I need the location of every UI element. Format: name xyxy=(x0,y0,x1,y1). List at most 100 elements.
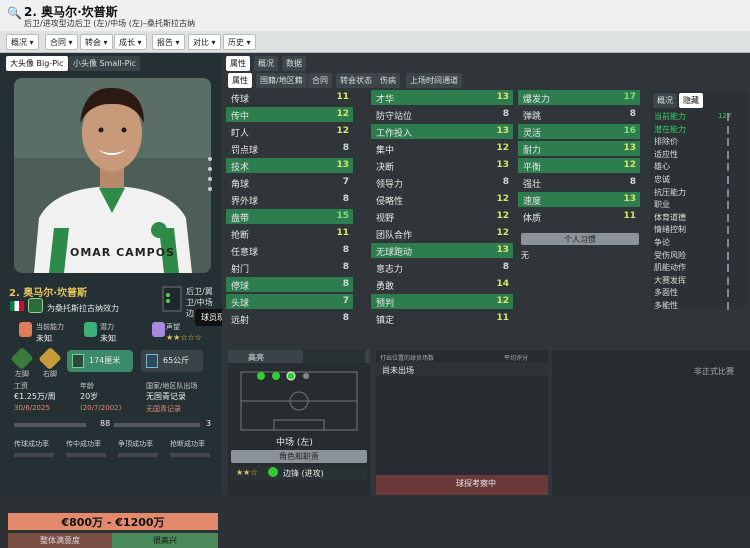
attribute-value: 8 xyxy=(342,194,349,204)
attribute-row[interactable]: 耐力 13 xyxy=(518,141,640,156)
attribute-row[interactable]: 才华 13 xyxy=(371,90,513,105)
tab-overview[interactable]: 概况 xyxy=(254,56,278,71)
title-bar: 🔍 2. 奥马尔·坎普斯 后卫/进攻型边后卫 (左)/中场 (左)–桑托斯拉古纳 xyxy=(0,0,750,31)
attribute-row[interactable]: 盯人 12 xyxy=(226,124,353,139)
attribute-value: 8 xyxy=(502,262,509,272)
stat-label-3: 争顶成功率 xyxy=(118,440,153,448)
weight-icon xyxy=(146,354,158,368)
subtab-nationality[interactable]: 国籍/地区籍 xyxy=(256,73,307,88)
hidden-attr-bar xyxy=(727,125,729,134)
attribute-row[interactable]: 平衡 12 xyxy=(518,158,640,173)
attribute-row[interactable]: 工作投入 13 xyxy=(371,124,513,139)
search-icon[interactable]: 🔍 xyxy=(7,6,22,20)
menu-contract[interactable]: 合同 ▾ xyxy=(45,34,78,50)
role-duty-button[interactable]: 角色和职责 xyxy=(231,450,367,463)
attribute-name: 抢断 xyxy=(231,231,250,241)
attribute-row[interactable]: 领导力 8 xyxy=(371,175,513,190)
attribute-row[interactable]: 角球 7 xyxy=(226,175,353,190)
attribute-row[interactable]: 停球 8 xyxy=(226,277,353,292)
attribute-row[interactable]: 爆发力 17 xyxy=(518,90,640,105)
tab-small-pic[interactable]: 小头像 Small-Pic xyxy=(69,56,140,71)
attribute-row[interactable]: 集中 12 xyxy=(371,141,513,156)
attribute-row[interactable]: 决断 13 xyxy=(371,158,513,173)
attribute-name: 工作投入 xyxy=(376,129,413,139)
rep-stars: ★★☆☆☆ xyxy=(166,333,202,342)
attribute-name: 团队合作 xyxy=(376,231,413,241)
subtab-attributes[interactable]: 属性 xyxy=(228,73,252,88)
attribute-row[interactable]: 盘带 15 xyxy=(226,209,353,224)
attribute-row[interactable]: 罚点球 8 xyxy=(226,141,353,156)
subtab-transfer-status[interactable]: 转会状态 xyxy=(336,73,376,88)
photo-carousel-dots[interactable] xyxy=(208,157,212,197)
attribute-row[interactable]: 体质 11 xyxy=(518,209,640,224)
attribute-value: 11 xyxy=(623,211,636,221)
menu-reports[interactable]: 报告 ▾ xyxy=(152,34,185,50)
stats-by-position: 打出位置的球员场数 平均评分 尚未出场 球探考察中 xyxy=(376,350,548,495)
pa-label: 潜力 xyxy=(100,323,114,331)
tab-big-pic[interactable]: 大头像 Big-Pic xyxy=(6,56,68,71)
tab-data[interactable]: 数据 xyxy=(282,56,306,71)
hidden-attr-bar xyxy=(727,188,729,197)
hidden-attr-bar xyxy=(727,251,729,260)
stat-bar-1 xyxy=(14,453,54,457)
attribute-row[interactable]: 任意球 8 xyxy=(226,243,353,258)
attribute-row[interactable]: 界外球 8 xyxy=(226,192,353,207)
satisfaction-value: 很高兴 xyxy=(112,533,218,548)
attribute-row[interactable]: 视野 12 xyxy=(371,209,513,224)
attribute-name: 视野 xyxy=(376,214,395,224)
rp-tab-hidden[interactable]: 隐藏 xyxy=(679,93,703,108)
attribute-row[interactable]: 射门 8 xyxy=(226,260,353,275)
stat-label-2: 传中成功率 xyxy=(66,440,101,448)
weight-value: 65公斤 xyxy=(163,356,190,365)
attribute-row[interactable]: 强壮 8 xyxy=(518,175,640,190)
attribute-row[interactable]: 速度 13 xyxy=(518,192,640,207)
attribute-row[interactable]: 弹跳 8 xyxy=(518,107,640,122)
attribute-name: 领导力 xyxy=(376,180,404,190)
menu-history[interactable]: 历史 ▾ xyxy=(223,34,256,50)
attribute-row[interactable]: 传球 11 xyxy=(226,90,353,105)
attribute-value: 7 xyxy=(342,296,349,306)
attribute-name: 才华 xyxy=(376,95,395,105)
attribute-row[interactable]: 远射 8 xyxy=(226,311,353,326)
attribute-row[interactable]: 侵略性 12 xyxy=(371,192,513,207)
subtab-contract[interactable]: 合同 xyxy=(308,73,332,88)
attribute-name: 传中 xyxy=(231,112,250,122)
attribute-row[interactable]: 头球 7 xyxy=(226,294,353,309)
hidden-attr-label: 雄心 xyxy=(654,162,670,172)
club-label: 为桑托斯拉古纳效力 xyxy=(47,304,119,313)
attribute-value: 12 xyxy=(496,194,509,204)
attribute-row[interactable]: 防守站位 8 xyxy=(371,107,513,122)
hidden-attr-bar xyxy=(727,150,729,159)
attribute-value: 17 xyxy=(623,92,636,102)
age-value: 20岁 xyxy=(80,392,99,401)
menu-overview[interactable]: 概况 ▾ xyxy=(6,34,39,50)
hidden-attr-bar xyxy=(727,289,729,298)
hidden-attr-label: 抗压能力 xyxy=(654,187,686,197)
tab-attributes[interactable]: 属性 xyxy=(226,56,250,71)
attribute-row[interactable]: 抢断 11 xyxy=(226,226,353,241)
role-icon xyxy=(268,467,278,477)
right-foot-label: 右脚 xyxy=(43,370,57,378)
attribute-row[interactable]: 勇敢 14 xyxy=(371,277,513,292)
wage-label: 工资 xyxy=(14,382,28,390)
attribute-row[interactable]: 灵活 16 xyxy=(518,124,640,139)
attribute-row[interactable]: 意志力 8 xyxy=(371,260,513,275)
subtab-playing-time[interactable]: 上场时间通道 xyxy=(406,73,462,88)
attribute-name: 无球跑动 xyxy=(376,248,413,258)
menu-transfer[interactable]: 转会 ▾ xyxy=(80,34,113,50)
subtab-injury[interactable]: 伤病 xyxy=(376,73,400,88)
attribute-row[interactable]: 镇定 11 xyxy=(371,311,513,326)
rp-tab-overview[interactable]: 概况 xyxy=(653,93,677,108)
attribute-row[interactable]: 预判 12 xyxy=(371,294,513,309)
attribute-row[interactable]: 无球跑动 13 xyxy=(371,243,513,258)
role-name: 边锋 (进攻) xyxy=(283,469,324,478)
habits-button[interactable]: 个人习惯 xyxy=(521,233,639,245)
hidden-attributes-panel: 概况 隐藏 127 当前能力 潜在能力 排除价 适应性 雄心 忠诚 抗压能力 职业 体育道德 情绪… xyxy=(651,91,748,310)
attribute-row[interactable]: 团队合作 12 xyxy=(371,226,513,241)
attribute-row[interactable]: 技术 13 xyxy=(226,158,353,173)
highlight-dropdown[interactable] xyxy=(303,350,365,363)
menu-compare[interactable]: 对比 ▾ xyxy=(188,34,221,50)
attribute-row[interactable]: 传中 12 xyxy=(226,107,353,122)
attribute-name: 意志力 xyxy=(376,265,404,275)
menu-development[interactable]: 成长 ▾ xyxy=(114,34,147,50)
